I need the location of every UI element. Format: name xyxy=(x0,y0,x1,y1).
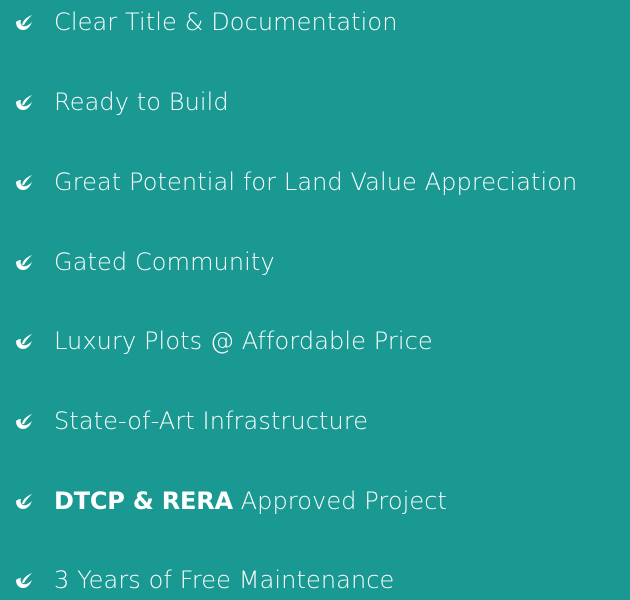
feature-label-bold: DTCP & RERA xyxy=(54,487,233,515)
leaf-check-icon xyxy=(12,410,34,432)
feature-label: Great Potential for Land Value Appreciat… xyxy=(54,168,578,196)
feature-label: 3 Years of Free Maintenance xyxy=(54,566,395,594)
feature-label: Luxury Plots @ Affordable Price xyxy=(54,327,433,355)
feature-item-land-value: Great Potential for Land Value Appreciat… xyxy=(12,162,577,202)
feature-label: Approved Project xyxy=(232,487,448,515)
feature-item-infrastructure: State-of-Art Infrastructure xyxy=(12,401,368,441)
feature-label: Clear Title & Documentation xyxy=(54,8,398,36)
feature-label: State-of-Art Infrastructure xyxy=(54,407,369,435)
feature-list: Clear Title & Documentation Ready to Bui… xyxy=(0,0,630,595)
feature-item-gated-community: Gated Community xyxy=(12,242,275,282)
leaf-check-icon xyxy=(12,91,34,113)
leaf-check-icon xyxy=(12,11,34,33)
leaf-check-icon xyxy=(12,171,34,193)
leaf-check-icon xyxy=(12,569,34,591)
feature-item-clear-title: Clear Title & Documentation xyxy=(12,2,398,42)
feature-label: Ready to Build xyxy=(54,88,229,116)
feature-item-approved-project: DTCP & RERA Approved Project xyxy=(12,481,447,521)
feature-item-ready-to-build: Ready to Build xyxy=(12,82,229,122)
leaf-check-icon xyxy=(12,490,34,512)
feature-item-luxury-plots: Luxury Plots @ Affordable Price xyxy=(12,321,433,361)
feature-item-free-maintenance: 3 Years of Free Maintenance xyxy=(12,560,394,600)
leaf-check-icon xyxy=(12,330,34,352)
leaf-check-icon xyxy=(12,251,34,273)
feature-label: Gated Community xyxy=(54,248,275,276)
